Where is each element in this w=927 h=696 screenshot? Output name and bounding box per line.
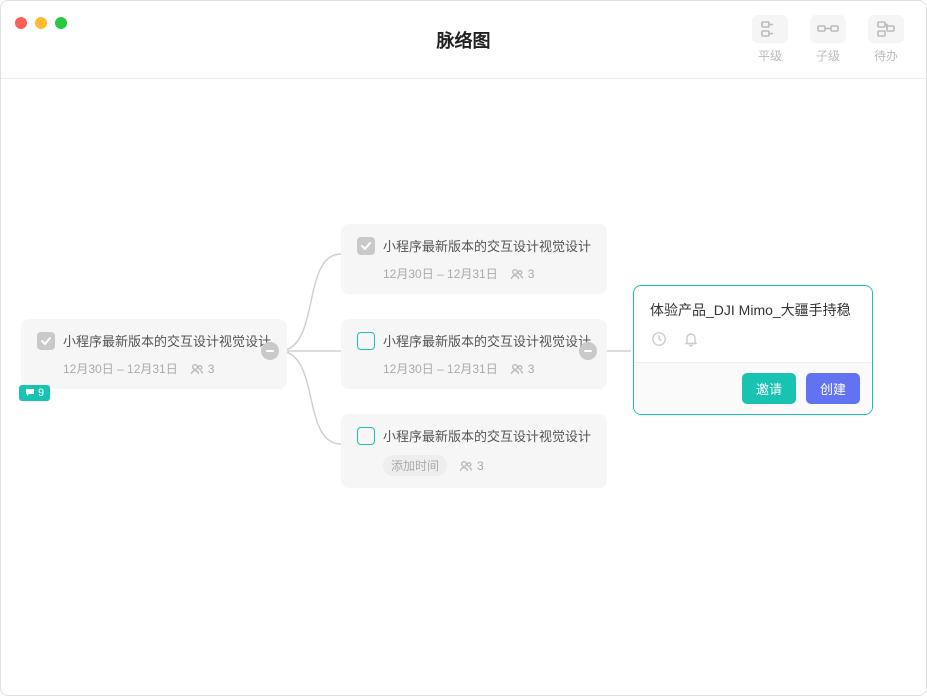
panel-title: 体验产品_DJI Mimo_大疆手持稳 — [634, 286, 872, 330]
people-icon — [510, 362, 524, 376]
people-icon — [190, 362, 204, 376]
panel-footer: 邀请 创建 — [634, 362, 872, 414]
tool-peer[interactable]: 平级 — [746, 15, 794, 64]
node-title: 小程序最新版本的交互设计视觉设计 — [383, 426, 591, 445]
tool-todo[interactable]: 待办 — [862, 15, 910, 64]
checkbox-icon[interactable] — [357, 427, 375, 445]
child-icon — [810, 15, 846, 43]
people-icon — [510, 267, 524, 281]
node-people: 3 — [190, 362, 215, 376]
create-button[interactable]: 创建 — [806, 373, 860, 404]
node-people: 3 — [459, 459, 484, 473]
clock-icon[interactable] — [650, 330, 668, 348]
window-controls — [15, 17, 67, 29]
node-date: 12月30日 – 12月31日 — [383, 360, 498, 377]
maximize-icon[interactable] — [55, 17, 67, 29]
invite-button[interactable]: 邀请 — [742, 373, 796, 404]
checkbox-icon[interactable] — [357, 332, 375, 350]
node-title: 小程序最新版本的交互设计视觉设计 — [383, 331, 591, 350]
tool-child-label: 子级 — [816, 47, 840, 64]
node-root[interactable]: 小程序最新版本的交互设计视觉设计 12月30日 – 12月31日 3 9 — [21, 319, 287, 389]
minimize-icon[interactable] — [35, 17, 47, 29]
add-time-button[interactable]: 添加时间 — [383, 455, 447, 476]
titlebar: 脉络图 平级 子级 待办 — [1, 1, 926, 79]
todo-icon — [868, 15, 904, 43]
comment-badge[interactable]: 9 — [19, 385, 50, 401]
tool-peer-label: 平级 — [758, 47, 782, 64]
checkbox-done-icon[interactable] — [357, 237, 375, 255]
tool-todo-label: 待办 — [874, 47, 898, 64]
node-people: 3 — [510, 267, 535, 281]
checkbox-done-icon[interactable] — [37, 332, 55, 350]
bell-icon[interactable] — [682, 330, 700, 348]
peer-icon — [752, 15, 788, 43]
tool-child[interactable]: 子级 — [804, 15, 852, 64]
new-node-panel[interactable]: 体验产品_DJI Mimo_大疆手持稳 邀请 创建 — [633, 285, 873, 415]
node-date: 12月30日 – 12月31日 — [63, 360, 178, 377]
node-child[interactable]: 小程序最新版本的交互设计视觉设计 12月30日 – 12月31日 3 — [341, 224, 607, 294]
collapse-handle[interactable] — [261, 342, 279, 360]
node-title: 小程序最新版本的交互设计视觉设计 — [383, 236, 591, 255]
people-icon — [459, 459, 473, 473]
node-child[interactable]: 小程序最新版本的交互设计视觉设计 添加时间 3 — [341, 414, 607, 488]
page-title: 脉络图 — [437, 27, 491, 53]
mindmap-canvas[interactable]: 小程序最新版本的交互设计视觉设计 12月30日 – 12月31日 3 9 小程序… — [1, 79, 926, 695]
node-date: 12月30日 – 12月31日 — [383, 265, 498, 282]
node-people: 3 — [510, 362, 535, 376]
node-child[interactable]: 小程序最新版本的交互设计视觉设计 12月30日 – 12月31日 3 — [341, 319, 607, 389]
close-icon[interactable] — [15, 17, 27, 29]
toolbar: 平级 子级 待办 — [746, 15, 910, 64]
collapse-handle[interactable] — [579, 342, 597, 360]
node-title: 小程序最新版本的交互设计视觉设计 — [63, 331, 271, 350]
comment-icon — [25, 388, 35, 398]
